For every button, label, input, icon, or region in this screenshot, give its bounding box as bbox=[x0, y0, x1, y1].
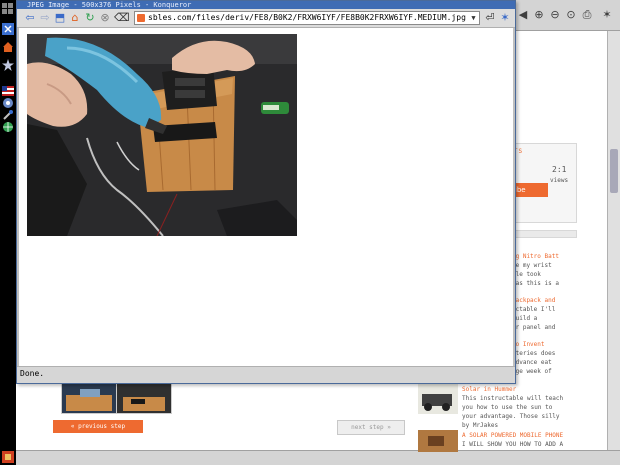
globe-icon[interactable] bbox=[1, 120, 14, 133]
related-line: This instructable will teach bbox=[462, 395, 564, 402]
grid-icon[interactable] bbox=[1, 2, 14, 15]
related-thumbnail-hummer[interactable] bbox=[418, 384, 458, 414]
related-line: tteries does bbox=[512, 350, 556, 357]
related-line: you how to use the sun to bbox=[462, 404, 553, 411]
related-title-5[interactable]: A SOLAR POWERED MOBILE PHONE bbox=[462, 431, 563, 440]
go-icon[interactable]: ⏎ bbox=[483, 11, 497, 25]
related-line: se my wrist bbox=[512, 262, 552, 269]
favicon-icon bbox=[137, 14, 145, 22]
image-viewer-content bbox=[17, 28, 515, 366]
related-title-4[interactable]: Solar in Hummer bbox=[462, 385, 516, 394]
related-title-3[interactable]: to Invent bbox=[512, 340, 545, 349]
previous-step-button[interactable]: « previous step bbox=[53, 420, 143, 433]
tray-icon[interactable] bbox=[1, 450, 14, 463]
related-line: I WILL SHOW YOU HOW TO ADD A bbox=[462, 441, 564, 448]
star-icon[interactable] bbox=[1, 58, 14, 71]
related-line: Advance eat bbox=[512, 359, 552, 366]
zoom-reset-icon[interactable]: ⊙ bbox=[564, 8, 578, 22]
related-line: your advantage. Those silly bbox=[462, 413, 560, 420]
scroll-thumb[interactable] bbox=[610, 149, 618, 193]
background-statusbar bbox=[16, 450, 620, 465]
related-line: was this is a bbox=[512, 280, 559, 287]
window-statusbar: Done. bbox=[17, 366, 515, 380]
back-icon[interactable]: ◀ bbox=[516, 8, 530, 22]
konqueror-logo-icon: ✶ bbox=[602, 8, 612, 21]
hot-glue-gun-photo bbox=[27, 34, 297, 236]
related-line: age week of bbox=[512, 368, 552, 375]
related-line: ar panel and bbox=[512, 324, 556, 331]
print-icon[interactable]: ⎙ bbox=[580, 8, 594, 22]
related-title-1[interactable]: ng Nitro Batt bbox=[512, 252, 559, 261]
step-thumbnail-1[interactable] bbox=[61, 382, 117, 414]
next-step-button[interactable]: next step » bbox=[337, 420, 405, 435]
clear-location-icon[interactable]: ⌫ bbox=[114, 11, 130, 25]
konqueror-logo-icon: ✶ bbox=[500, 11, 510, 24]
related-thumbnail-phone[interactable] bbox=[418, 430, 458, 452]
up-arrow-icon[interactable]: ⬒ bbox=[53, 11, 67, 25]
stop-icon[interactable]: ⊗ bbox=[98, 11, 112, 25]
zoom-in-icon[interactable]: ⊕ bbox=[532, 8, 546, 22]
views-count: 2:1 bbox=[552, 165, 567, 174]
views-label: views bbox=[550, 177, 569, 184]
kde-icon[interactable] bbox=[1, 22, 14, 35]
related-title-2[interactable]: Backpack and bbox=[512, 296, 555, 305]
related-line: uctable I'll bbox=[512, 306, 556, 313]
home-icon[interactable] bbox=[1, 40, 14, 53]
konqueror-toolbar: ⇦ ⇨ ⬒ ⌂ ↻ ⊗ ⌫ sbles.com/files/deriv/FE8/… bbox=[17, 9, 515, 28]
zoom-out-icon[interactable]: ⊖ bbox=[548, 8, 562, 22]
location-bar[interactable]: sbles.com/files/deriv/FE8/B0K2/FRXW6IYF/… bbox=[134, 11, 480, 25]
related-line: ble took bbox=[512, 271, 541, 278]
forward-arrow-icon[interactable]: ⇨ bbox=[38, 11, 52, 25]
window-titlebar[interactable]: JPEG Image - 500x376 Pixels - Konqueror bbox=[17, 1, 515, 9]
desktop-dock bbox=[0, 0, 16, 465]
background-scrollbar[interactable] bbox=[607, 31, 620, 451]
konqueror-window: JPEG Image - 500x376 Pixels - Konqueror … bbox=[16, 0, 516, 384]
location-url: sbles.com/files/deriv/FE8/B0K2/FRXW6IYF/… bbox=[148, 13, 466, 22]
home-icon[interactable]: ⌂ bbox=[68, 11, 82, 25]
reload-icon[interactable]: ↻ bbox=[83, 11, 97, 25]
chevron-down-icon[interactable]: ▼ bbox=[469, 13, 478, 23]
step-thumbnail-2[interactable] bbox=[116, 382, 172, 414]
back-arrow-icon[interactable]: ⇦ bbox=[23, 11, 37, 25]
related-line: by MrJakes bbox=[462, 422, 499, 429]
